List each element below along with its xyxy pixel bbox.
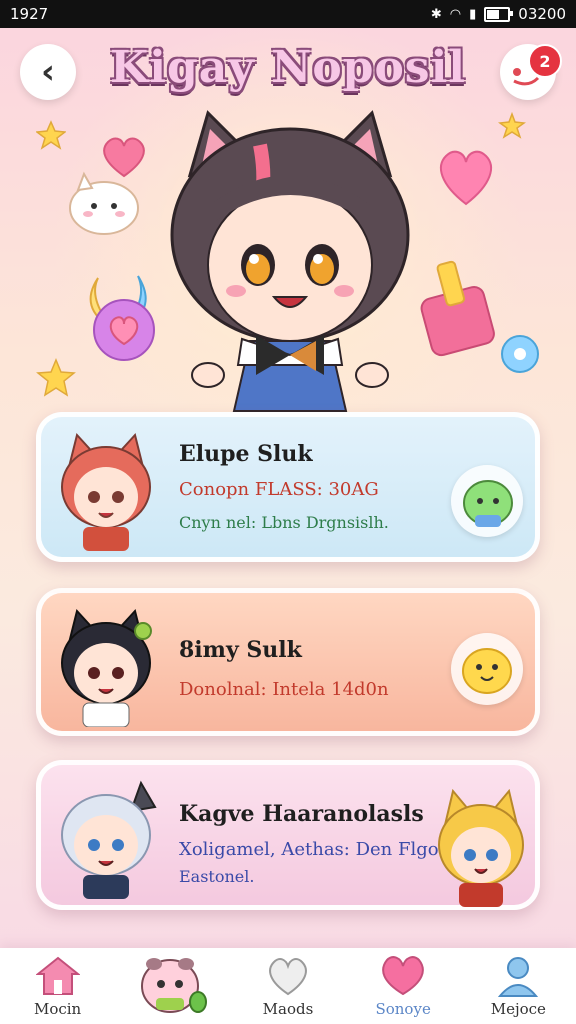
card-subtitle: Conopn FLASS: 30AG [179, 479, 379, 500]
mascot-character [170, 110, 410, 412]
status-bar: 1927 ✱ ◠ ▮ 03200 [0, 0, 576, 28]
bluetooth-icon: ✱ [430, 6, 442, 22]
card-note: Eastonel. [179, 867, 255, 886]
star-icon [36, 120, 66, 150]
nav-pet[interactable] [118, 950, 228, 1018]
signal-icon: ▮ [469, 6, 477, 22]
chevron-left-icon: ‹ [40, 52, 55, 92]
status-time: 1927 [10, 5, 49, 23]
nav-label: Sonoye [375, 1000, 431, 1018]
character-avatar [61, 608, 152, 727]
star-icon [36, 358, 76, 397]
nav-label: Maods [262, 1000, 314, 1018]
nav-profile[interactable]: Mejoce [463, 950, 573, 1018]
heart-icon [439, 150, 493, 206]
card-title: Kagve Haaranolasls [179, 801, 424, 827]
pet-icon [140, 958, 207, 1013]
gear-icon [501, 335, 539, 373]
character-card[interactable]: 8imy Sulk Donolnal: Intela 14d0n [36, 588, 540, 736]
character-avatar [61, 432, 151, 551]
battery-icon [484, 6, 514, 22]
back-button[interactable]: ‹ [20, 44, 76, 100]
home-icon [35, 956, 80, 995]
card-subtitle: Xoligamel, Aethas: Den Flgoon [179, 839, 462, 860]
nav-label: Mocin [33, 1000, 82, 1018]
user-icon [498, 957, 539, 997]
nav-sonoye[interactable]: Sonoye [348, 950, 458, 1018]
duck-icon [462, 648, 512, 694]
card-title: 8imy Sulk [179, 637, 302, 663]
nav-home[interactable]: Mocin [3, 950, 113, 1018]
character-avatar [61, 780, 157, 899]
notification-badge: 2 [528, 44, 562, 78]
wifi-icon: ◠ [449, 6, 462, 22]
character-card[interactable]: Elupe Sluk Conopn FLASS: 30AG Cnyn nel: … [36, 412, 540, 562]
ghost-icon [69, 171, 139, 235]
page-title: Kigay Noposil [110, 42, 466, 93]
nav-label: Mejoce [490, 1000, 546, 1018]
card-subtitle: Donolnal: Intela 14d0n [179, 679, 389, 700]
card-note: Cnyn nel: Lbns Drgnsislh. [179, 513, 389, 532]
bottom-nav: Mocin Maods Sonoye Mejoce [0, 948, 576, 1024]
card-title: Elupe Sluk [179, 441, 313, 467]
character-avatar [438, 788, 524, 907]
nav-maods[interactable]: Maods [233, 950, 343, 1018]
status-right-text: 03200 [518, 5, 566, 23]
heart-outline-icon [269, 958, 307, 996]
monster-icon [463, 480, 513, 527]
heart-icon [382, 956, 424, 996]
status-icons: ✱ ◠ ▮ 03200 [431, 5, 566, 23]
star-icon [498, 112, 526, 139]
character-card[interactable]: Kagve Haaranolasls Xoligamel, Aethas: De… [36, 760, 540, 910]
gift-icon [420, 260, 495, 357]
